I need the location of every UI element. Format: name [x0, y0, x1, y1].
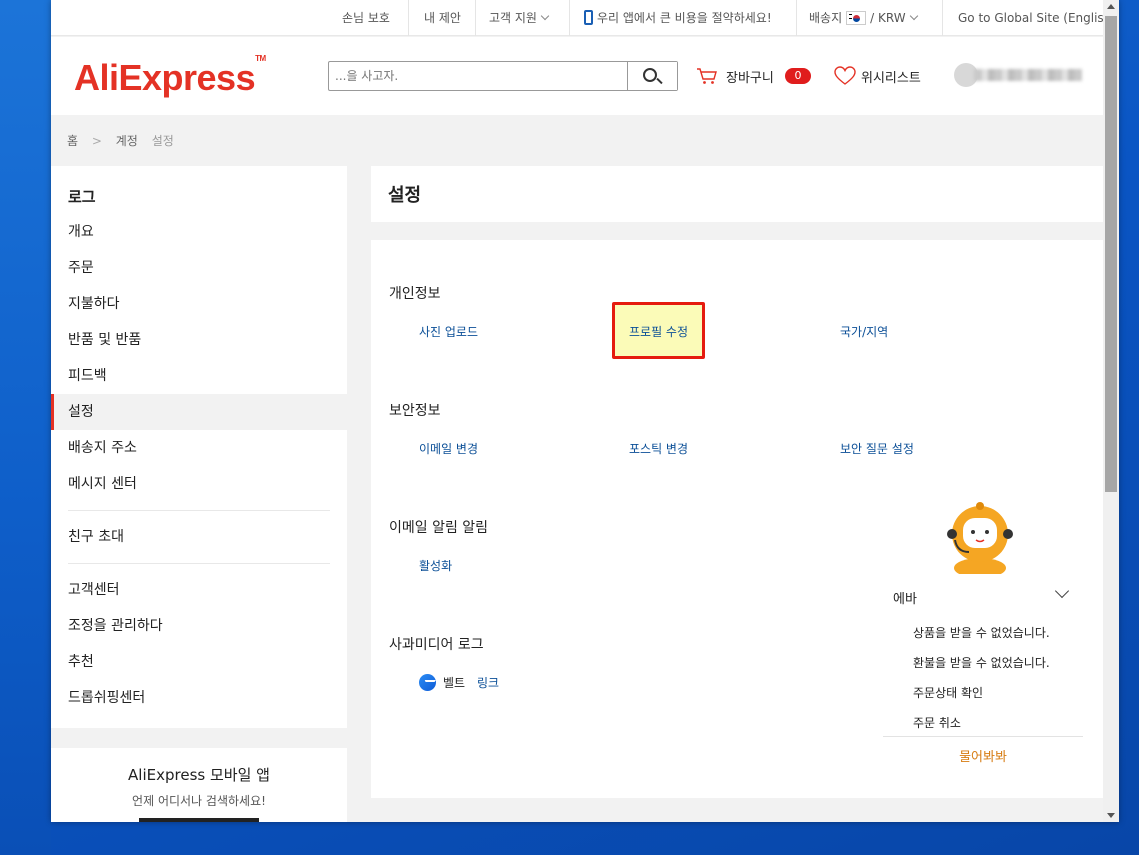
chat-option-order-status[interactable]: 주문상태 확인 — [913, 684, 983, 701]
page-title: 설정 — [388, 185, 422, 206]
cart-icon — [697, 68, 717, 84]
search-icon-handle — [656, 77, 663, 85]
scroll-up-icon[interactable] — [1107, 4, 1115, 9]
breadcrumb-account[interactable]: 계정 — [116, 134, 138, 148]
sidebar-item-settings[interactable]: 설정 — [51, 394, 347, 430]
customer-support-menu[interactable]: 고객 지원 — [489, 0, 550, 36]
search-input[interactable] — [329, 62, 627, 90]
aliexpress-logo[interactable]: AliExpressTM — [74, 54, 266, 99]
sidebar-item-orders[interactable]: 주문 — [51, 250, 347, 286]
customer-support-label: 고객 지원 — [489, 11, 537, 25]
app-promo-label: 우리 앱에서 큰 비용을 절약하세요! — [597, 11, 772, 25]
sidebar-item-referral[interactable]: 추천 — [51, 644, 347, 680]
chatbot-mascot-icon[interactable] — [947, 502, 1013, 574]
vertical-scrollbar[interactable] — [1103, 0, 1119, 822]
top-bar: 손님 보호 내 제안 고객 지원 우리 앱에서 큰 비용을 절약하세요! 배송지… — [51, 0, 1116, 36]
search-icon — [643, 68, 657, 82]
search-box — [328, 61, 678, 91]
logo-text: AliExpress — [74, 57, 256, 98]
divider — [475, 0, 476, 36]
app-promo-link[interactable]: 우리 앱에서 큰 비용을 절약하세요! — [584, 0, 772, 36]
divider — [68, 510, 330, 511]
social-account-name: 벨트 — [443, 676, 466, 690]
sidebar-item-help-center[interactable]: 고객센터 — [51, 572, 347, 608]
sidebar-item-returns[interactable]: 반품 및 반품 — [51, 322, 347, 358]
app-promo-graphic — [139, 818, 259, 822]
divider — [569, 0, 570, 36]
security-question-link[interactable]: 보안 질문 설정 — [840, 440, 914, 457]
sidebar-item-manage-disputes[interactable]: 조정을 관리하다 — [51, 608, 347, 644]
social-link-button[interactable]: 링크 — [477, 674, 499, 691]
search-button[interactable] — [627, 62, 677, 90]
divider — [408, 0, 409, 36]
browser-window: 손님 보호 내 제안 고객 지원 우리 앱에서 큰 비용을 절약하세요! 배송지… — [51, 0, 1119, 822]
cart-count-badge: 0 — [785, 68, 811, 84]
breadcrumb: 홈 > 계정 설정 — [67, 132, 184, 149]
edit-profile-link[interactable]: 프로필 수정 — [629, 323, 688, 340]
divider — [942, 0, 943, 36]
breadcrumb-home[interactable]: 홈 — [67, 134, 78, 148]
chevron-down-icon — [540, 11, 550, 21]
app-promo-title: AliExpress 모바일 앱 — [128, 766, 270, 784]
sidebar-item-feedback[interactable]: 피드백 — [51, 358, 347, 394]
email-alert-title: 이메일 알림 알림 — [389, 520, 489, 536]
page-header: 설정 — [371, 166, 1103, 222]
security-info-title: 보안정보 — [389, 403, 441, 419]
sidebar-item-dropshipping[interactable]: 드롭쉬핑센터 — [51, 680, 347, 716]
settings-panel: 개인정보 사진 업로드 프로필 수정 국가/지역 보안정보 이메일 변경 포스틱… — [371, 240, 1103, 798]
chevron-down-icon[interactable] — [1054, 583, 1070, 599]
scroll-down-icon[interactable] — [1107, 813, 1115, 818]
my-suggestion-link[interactable]: 내 제안 — [424, 0, 461, 36]
chevron-down-icon — [909, 11, 918, 21]
breadcrumb-separator: > — [91, 134, 102, 148]
change-email-link[interactable]: 이메일 변경 — [419, 440, 478, 457]
divider — [796, 0, 797, 36]
app-promo-subtitle: 언제 어디서나 검색하세요! — [132, 794, 266, 808]
korea-flag-icon — [846, 10, 867, 25]
sidebar-item-payment[interactable]: 지불하다 — [51, 286, 347, 322]
heart-icon — [834, 66, 856, 85]
sidebar-item-shipping-address[interactable]: 배송지 주소 — [51, 430, 347, 466]
scrollbar-thumb[interactable] — [1105, 16, 1117, 492]
blurred-username — [974, 69, 1082, 81]
account-sidebar: 로그 개요 주문 지불하다 반품 및 반품 피드백 설정 배송지 주소 메시지 … — [51, 166, 347, 728]
ship-to-label: 배송지 — [809, 11, 843, 25]
chatbot-name: 에바 — [893, 592, 917, 607]
divider — [68, 563, 330, 564]
global-site-link[interactable]: Go to Global Site (English) — [958, 0, 1116, 36]
sidebar-title: 로그 — [68, 188, 96, 206]
mobile-app-promo: AliExpress 모바일 앱 언제 어디서나 검색하세요! — [51, 748, 347, 822]
messenger-icon — [419, 674, 436, 691]
country-region-link[interactable]: 국가/지역 — [840, 323, 888, 340]
sidebar-item-overview[interactable]: 개요 — [51, 214, 347, 250]
divider — [883, 736, 1083, 737]
ship-to-menu[interactable]: 배송지 / KRW — [809, 0, 918, 36]
wishlist-label: 위시리스트 — [861, 71, 921, 86]
phone-icon — [584, 10, 593, 25]
personal-info-title: 개인정보 — [389, 286, 441, 302]
chatbot-panel: 에바 상품을 받을 수 없었습니다. 환불을 받을 수 없었습니다. 주문상태 … — [883, 580, 1083, 770]
desktop-background — [0, 0, 51, 855]
sidebar-item-message-center[interactable]: 메시지 센터 — [51, 466, 347, 502]
cart-label: 장바구니 — [726, 71, 774, 86]
breadcrumb-current: 설정 — [151, 134, 174, 148]
ask-button[interactable]: 물어봐봐 — [883, 746, 1083, 765]
currency-label: / KRW — [870, 11, 906, 25]
user-account-menu[interactable] — [954, 61, 1084, 91]
activate-link[interactable]: 활성화 — [419, 557, 452, 574]
change-password-link[interactable]: 포스틱 변경 — [629, 440, 688, 457]
chat-option-not-received[interactable]: 상품을 받을 수 없었습니다. — [913, 624, 1050, 641]
upload-photo-link[interactable]: 사진 업로드 — [419, 323, 478, 340]
site-header: AliExpressTM 장바구니 0 위시리스트 — [51, 37, 1103, 115]
sidebar-item-invite-friends[interactable]: 친구 초대 — [51, 519, 347, 555]
social-media-title: 사과미디어 로그 — [389, 637, 484, 653]
buyer-protection-link[interactable]: 손님 보호 — [342, 0, 390, 36]
chat-option-no-refund[interactable]: 환불을 받을 수 없었습니다. — [913, 654, 1050, 671]
chat-option-cancel-order[interactable]: 주문 취소 — [913, 714, 961, 731]
